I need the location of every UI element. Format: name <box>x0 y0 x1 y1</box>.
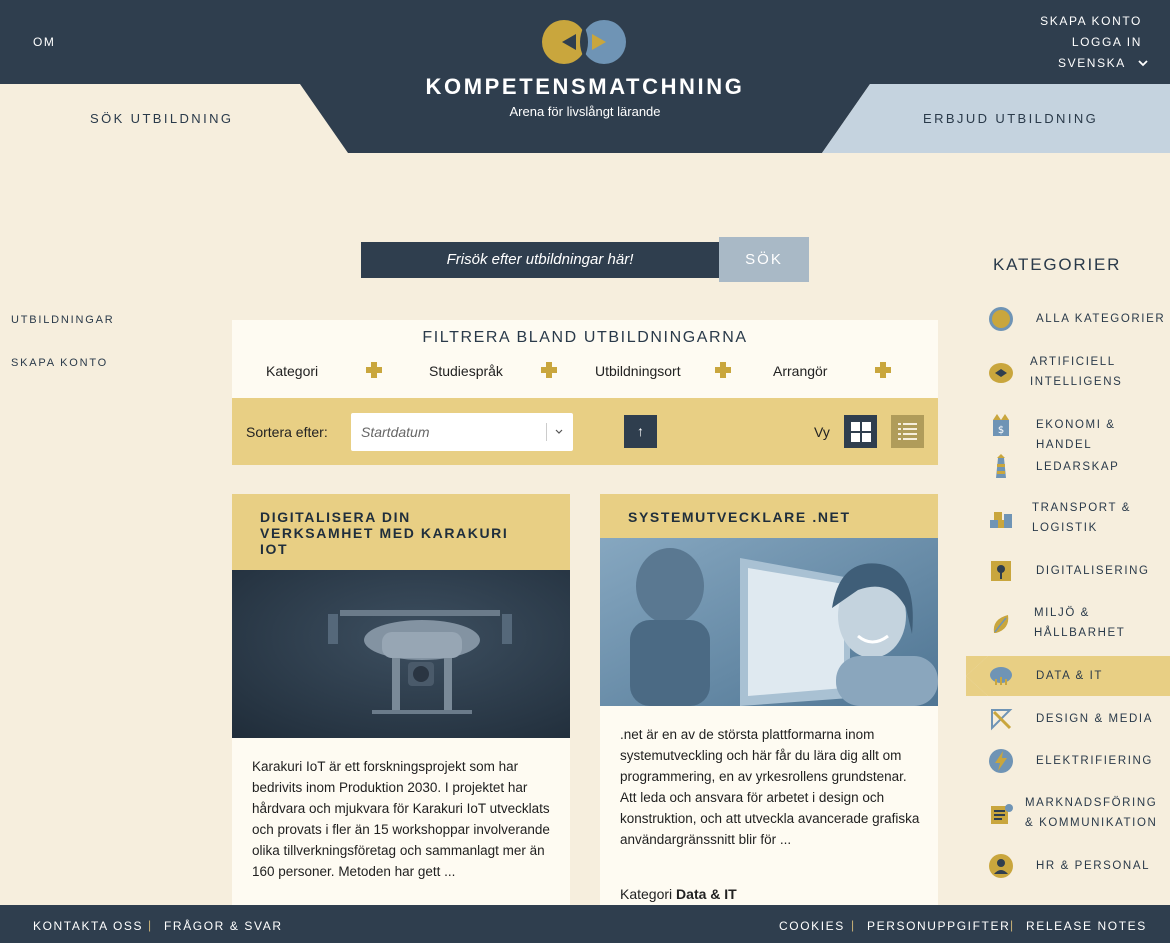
footer-personuppgifter[interactable]: PERSONUPPGIFTER <box>867 919 1010 933</box>
divider <box>546 423 547 441</box>
plus-icon[interactable] <box>875 362 891 378</box>
marketing-icon <box>991 804 1013 824</box>
footer-separator: | <box>1010 918 1014 932</box>
filter-panel: FILTRERA BLAND UTBILDNINGARNA Kategori S… <box>232 320 938 398</box>
card-meta-value[interactable]: Data & IT <box>676 886 737 902</box>
leaf-icon <box>993 615 1009 633</box>
footer-cookies[interactable]: COOKIES <box>779 919 845 933</box>
plus-icon[interactable] <box>715 362 731 378</box>
all-categories-icon <box>989 307 1013 331</box>
grid-icon <box>851 422 871 442</box>
course-card[interactable]: SYSTEMUTVECKLARE .NET .net är en av de s… <box>600 494 938 914</box>
card-description: .net är en av de största plattformarna i… <box>620 727 920 847</box>
category-hr-personal[interactable]: HR & PERSONAL <box>966 851 1170 881</box>
card-header: DIGITALISERA DIN VERKSAMHET MED KARAKURI… <box>232 494 570 570</box>
category-artificiell-intelligens[interactable]: ARTIFICIELL INTELLIGENS <box>966 352 1170 394</box>
category-label: ALLA KATEGORIER <box>1036 313 1166 325</box>
category-ledarskap[interactable]: LEDARSKAP <box>966 452 1170 482</box>
filter-title: FILTRERA BLAND UTBILDNINGARNA <box>422 329 748 346</box>
category-label: MARKNADSFÖRING & KOMMUNIKATION <box>1025 797 1158 829</box>
filter-arrangor[interactable]: Arrangör <box>773 363 827 379</box>
category-label: MILJÖ & HÅLLBARHET <box>1034 607 1126 639</box>
category-label: ARTIFICIELL INTELLIGENS <box>1030 356 1123 388</box>
card-meta-label: Kategori <box>620 886 673 902</box>
card-title[interactable]: DIGITALISERA DIN VERKSAMHET MED KARAKURI… <box>260 509 520 557</box>
site-header: OM SKAPA KONTO LOGGA IN SVENSKA KOMPETEN… <box>0 0 1170 153</box>
hr-icon <box>989 854 1013 878</box>
category-label: HR & PERSONAL <box>1036 860 1151 872</box>
category-label: EKONOMI & HANDEL <box>1036 419 1116 451</box>
site-footer: KONTAKTA OSS | FRÅGOR & SVAR COOKIES | P… <box>0 905 1170 943</box>
economy-icon: $ <box>993 414 1009 436</box>
language-label: SVENSKA <box>1058 56 1126 70</box>
sort-select[interactable]: Startdatum <box>351 413 573 451</box>
logo-icon <box>542 20 626 64</box>
chevron-down-icon <box>555 429 563 434</box>
category-data-it[interactable]: DATA & IT <box>966 656 1170 696</box>
skapa-konto-link[interactable]: SKAPA KONTO <box>1040 14 1142 28</box>
sort-bar: Sortera efter: Startdatum ↑ Vy <box>232 398 938 465</box>
category-transport-logistik[interactable]: TRANSPORT & LOGISTIK <box>966 498 1170 540</box>
category-design-media[interactable]: DESIGN & MEDIA <box>966 704 1170 734</box>
left-nav-skapa-konto[interactable]: SKAPA KONTO <box>11 357 108 369</box>
footer-fragor-svar[interactable]: FRÅGOR & SVAR <box>164 919 283 933</box>
categories-title: KATEGORIER <box>993 255 1122 274</box>
category-elektrifiering[interactable]: ELEKTRIFIERING <box>966 746 1170 776</box>
list-view-button[interactable] <box>891 415 924 448</box>
search-input[interactable]: Frisök efter utbildningar här! <box>361 242 719 278</box>
language-select[interactable]: SVENSKA <box>1058 56 1148 70</box>
category-miljo-hallbarhet[interactable]: MILJÖ & HÅLLBARHET <box>966 603 1170 645</box>
category-label: DIGITALISERING <box>1036 565 1150 577</box>
category-alla-kategorier[interactable]: ALLA KATEGORIER <box>966 304 1170 334</box>
chevron-down-icon <box>1138 60 1148 67</box>
card-description: Karakuri IoT är ett forskningsprojekt so… <box>252 759 550 879</box>
design-icon <box>991 709 1013 731</box>
course-card[interactable]: DIGITALISERA DIN VERKSAMHET MED KARAKURI… <box>232 494 570 914</box>
lightning-icon <box>989 749 1013 773</box>
plus-icon[interactable] <box>541 362 557 378</box>
category-label: DESIGN & MEDIA <box>1036 713 1153 725</box>
left-nav-utbildningar[interactable]: UTBILDNINGAR <box>11 314 115 326</box>
filter-studiesprak[interactable]: Studiespråk <box>429 363 503 379</box>
category-marknadsforing[interactable]: MARKNADSFÖRING & KOMMUNIKATION <box>966 793 1170 835</box>
footer-separator: | <box>851 918 855 932</box>
category-ekonomi-handel[interactable]: $ EKONOMI & HANDEL <box>966 410 1170 451</box>
lighthouse-icon <box>996 454 1006 478</box>
svg-text:$: $ <box>998 425 1004 436</box>
plus-icon[interactable] <box>366 362 382 378</box>
category-label: TRANSPORT & LOGISTIK <box>1032 502 1131 534</box>
tab-erbjud-utbildning[interactable]: ERBJUD UTBILDNING <box>923 111 1098 126</box>
boxes-icon <box>990 512 1012 528</box>
category-label: DATA & IT <box>1036 670 1104 682</box>
active-arrow-icon <box>966 656 988 696</box>
grid-view-button[interactable] <box>844 415 877 448</box>
card-meta: Kategori Data & IT <box>620 886 737 902</box>
category-digitalisering[interactable]: DIGITALISERING <box>966 556 1170 586</box>
card-title[interactable]: SYSTEMUTVECKLARE .NET <box>628 509 908 525</box>
ai-brain-icon <box>989 363 1013 383</box>
digital-icon <box>991 561 1011 581</box>
list-icon <box>898 423 917 440</box>
om-link[interactable]: OM <box>33 35 56 49</box>
brand-title: KOMPETENSMATCHNING <box>425 74 745 99</box>
drone-image <box>232 570 570 738</box>
tab-sok-utbildning[interactable]: SÖK UTBILDNING <box>90 111 233 126</box>
sort-label: Sortera efter: <box>246 424 328 440</box>
category-label: LEDARSKAP <box>1036 461 1120 473</box>
footer-release-notes[interactable]: RELEASE NOTES <box>1026 919 1147 933</box>
logga-in-link[interactable]: LOGGA IN <box>1072 35 1142 49</box>
view-label: Vy <box>814 424 830 440</box>
footer-kontakta-oss[interactable]: KONTAKTA OSS <box>33 919 143 933</box>
developer-photo <box>600 538 938 706</box>
card-header: SYSTEMUTVECKLARE .NET <box>600 494 938 538</box>
sort-direction-button[interactable]: ↑ <box>624 415 657 448</box>
sort-selected-value: Startdatum <box>361 424 430 440</box>
footer-separator: | <box>148 918 152 932</box>
cloud-icon <box>990 667 1012 685</box>
category-label: ELEKTRIFIERING <box>1036 755 1153 767</box>
filter-utbildningsort[interactable]: Utbildningsort <box>595 363 681 379</box>
filter-kategori[interactable]: Kategori <box>266 363 318 379</box>
search-button[interactable]: SÖK <box>719 237 809 282</box>
